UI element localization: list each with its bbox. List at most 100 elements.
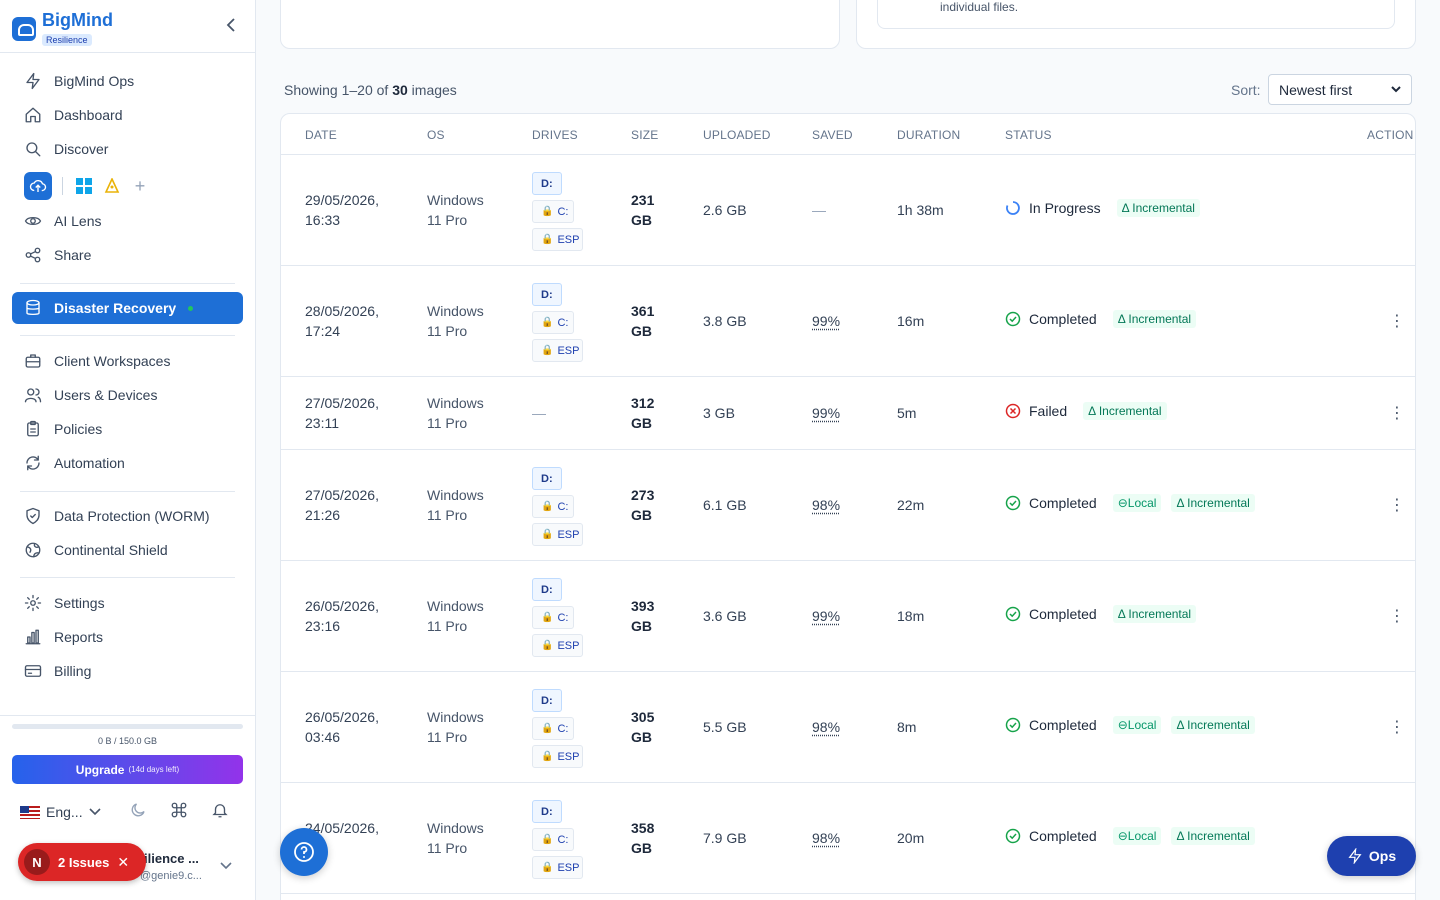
os-separator: [62, 177, 63, 195]
check-circle-icon: [1005, 311, 1021, 327]
table-row[interactable]: 27/05/2026, 23:11 Windows 11 Pro — 312 GB 3…: [281, 377, 1415, 450]
column-header-saved[interactable]: SAVED: [812, 128, 853, 142]
nav-share[interactable]: Share: [24, 243, 91, 267]
windows-icon: [76, 178, 92, 194]
size-cell: 231 GB: [631, 192, 655, 228]
table-row[interactable]: 26/05/2026, 03:46 Windows 11 Pro D: 🔒 C: 🔒 E…: [281, 672, 1415, 783]
add-os-button[interactable]: +: [129, 176, 151, 197]
column-header-duration[interactable]: DURATION: [897, 128, 960, 142]
nav-bigmind-ops[interactable]: BigMind Ops: [24, 69, 134, 93]
saved-cell[interactable]: 99%: [812, 606, 840, 626]
nav-ai-lens[interactable]: AI Lens: [24, 209, 101, 233]
uploaded-cell: 7.9 GB: [703, 830, 747, 846]
nav-label: Reports: [54, 629, 104, 645]
drive-tag[interactable]: D:: [532, 283, 562, 306]
table-row[interactable]: 24/05/2026,29 Windows11 Pro D: 🔒C: 🔒ESP …: [281, 783, 1415, 894]
table-row[interactable]: 28/05/2026, 17:24 Windows 11 Pro D: 🔒 C: 🔒 E…: [281, 266, 1415, 377]
check-circle-icon: [1005, 828, 1021, 844]
drive-tag[interactable]: 🔒 ESP: [532, 856, 583, 879]
nav-billing[interactable]: Billing: [24, 659, 91, 683]
drive-tag[interactable]: D:: [532, 172, 562, 195]
column-header-size[interactable]: SIZE: [631, 128, 658, 142]
nav-settings[interactable]: Settings: [24, 591, 105, 615]
nav-reports[interactable]: Reports: [24, 625, 103, 649]
status-cell: Completed Δ Incremental: [1005, 310, 1197, 328]
brand[interactable]: BigMind Resilience: [12, 10, 113, 48]
windows-os-button[interactable]: [73, 175, 95, 197]
table-row[interactable]: 27/05/2026, 21:26 Windows 11 Pro D: 🔒 C: 🔒 E…: [281, 450, 1415, 561]
drive-tag[interactable]: 🔒 ESP: [532, 745, 583, 768]
nav-discover[interactable]: Discover: [24, 137, 108, 161]
os-cell: Windows 11 Pro: [427, 487, 484, 523]
drive-tag[interactable]: 🔒 ESP: [532, 634, 583, 657]
table-row[interactable]: 29/05/2026, 16:33 Windows 11 Pro D: 🔒 C: 🔒 E…: [281, 155, 1415, 266]
nav-policies[interactable]: Policies: [24, 417, 102, 441]
sort-select[interactable]: Newest first: [1268, 74, 1412, 105]
command-palette-button[interactable]: [158, 801, 199, 824]
saved-cell[interactable]: 98%: [812, 495, 840, 515]
row-actions-button[interactable]: ⋮: [1389, 609, 1405, 625]
drive-tag[interactable]: 🔒 C:: [532, 717, 574, 740]
drive-tag[interactable]: D:: [532, 689, 562, 712]
saved-cell[interactable]: 99%: [812, 403, 840, 423]
us-flag-icon: [20, 805, 40, 819]
drive-tag[interactable]: 🔒 C:: [532, 495, 574, 518]
brand-name: BigMind: [42, 10, 113, 30]
status-text: Completed: [1029, 606, 1097, 622]
nav-users-devices[interactable]: Users & Devices: [24, 383, 157, 407]
nav-label: Discover: [54, 141, 109, 157]
lock-icon: 🔒: [541, 345, 554, 356]
nav-label: Users & Devices: [54, 387, 158, 403]
column-header-uploaded[interactable]: UPLOADED: [703, 128, 771, 142]
drive-tag[interactable]: D:: [532, 800, 562, 823]
row-actions-button[interactable]: ⋮: [1389, 314, 1405, 330]
drive-tag[interactable]: 🔒 C:: [532, 311, 574, 334]
drive-tag[interactable]: 🔒 ESP: [532, 523, 583, 546]
row-actions-button[interactable]: ⋮: [1389, 720, 1405, 736]
drive-tag[interactable]: 🔒 C:: [532, 200, 574, 223]
row-actions-button[interactable]: ⋮: [1389, 498, 1405, 514]
nav-client-workspaces[interactable]: Client Workspaces: [24, 349, 170, 373]
local-badge: ⊖Local: [1112, 827, 1162, 845]
drive-tag[interactable]: D:: [532, 467, 562, 490]
home-icon: [25, 107, 41, 123]
column-header-os[interactable]: OS: [427, 128, 445, 142]
help-button[interactable]: [280, 828, 328, 876]
nav-automation[interactable]: Automation: [24, 451, 125, 475]
ops-button[interactable]: Ops: [1327, 836, 1416, 876]
saved-cell[interactable]: 98%: [812, 828, 840, 848]
drive-tag[interactable]: 🔒 C:: [532, 828, 574, 851]
collapse-sidebar-button[interactable]: [222, 14, 240, 36]
table-row[interactable]: 26/05/2026, 23:16 Windows 11 Pro D: 🔒 C: 🔒 E…: [281, 561, 1415, 672]
user-name: ilience ...: [144, 851, 199, 866]
saved-cell[interactable]: 98%: [812, 717, 840, 737]
notifications-button[interactable]: [199, 801, 240, 824]
upgrade-button[interactable]: Upgrade (14d days left): [12, 755, 243, 784]
nav-label: Disaster Recovery: [54, 300, 177, 316]
close-icon[interactable]: ✕: [117, 854, 129, 871]
drive-tag[interactable]: D:: [532, 578, 562, 601]
saved-cell[interactable]: 99%: [812, 311, 840, 331]
column-header-drives[interactable]: DRIVES: [532, 128, 578, 142]
language-selector[interactable]: Eng...: [20, 804, 117, 820]
dark-mode-toggle[interactable]: [117, 801, 158, 824]
issues-badge[interactable]: N 2 Issues ✕: [18, 843, 146, 881]
row-actions-button[interactable]: ⋮: [1389, 406, 1405, 422]
status-text: Completed: [1029, 495, 1097, 511]
incremental-badge: Δ Incremental: [1171, 494, 1255, 512]
drive-tag[interactable]: 🔒 C:: [532, 606, 574, 629]
column-header-date[interactable]: DATE: [305, 128, 337, 142]
local-badge: ⊖Local: [1112, 716, 1162, 734]
nav-disaster-recovery[interactable]: Disaster Recovery: [12, 292, 243, 324]
drive-tag[interactable]: 🔒 ESP: [532, 228, 583, 251]
nav-dashboard[interactable]: Dashboard: [24, 103, 123, 127]
nav-continental-shield[interactable]: Continental Shield: [24, 538, 168, 562]
lock-icon: 🔒: [541, 317, 554, 328]
column-header-status[interactable]: STATUS: [1005, 128, 1052, 142]
cloud-upload-os-button[interactable]: [24, 172, 52, 200]
drive-tag[interactable]: 🔒 ESP: [532, 339, 583, 362]
nav-data-protection[interactable]: Data Protection (WORM): [24, 504, 210, 528]
bigmind-logo-icon: [12, 17, 36, 41]
help-circle-icon: [294, 842, 314, 862]
linux-os-button[interactable]: [101, 175, 123, 197]
